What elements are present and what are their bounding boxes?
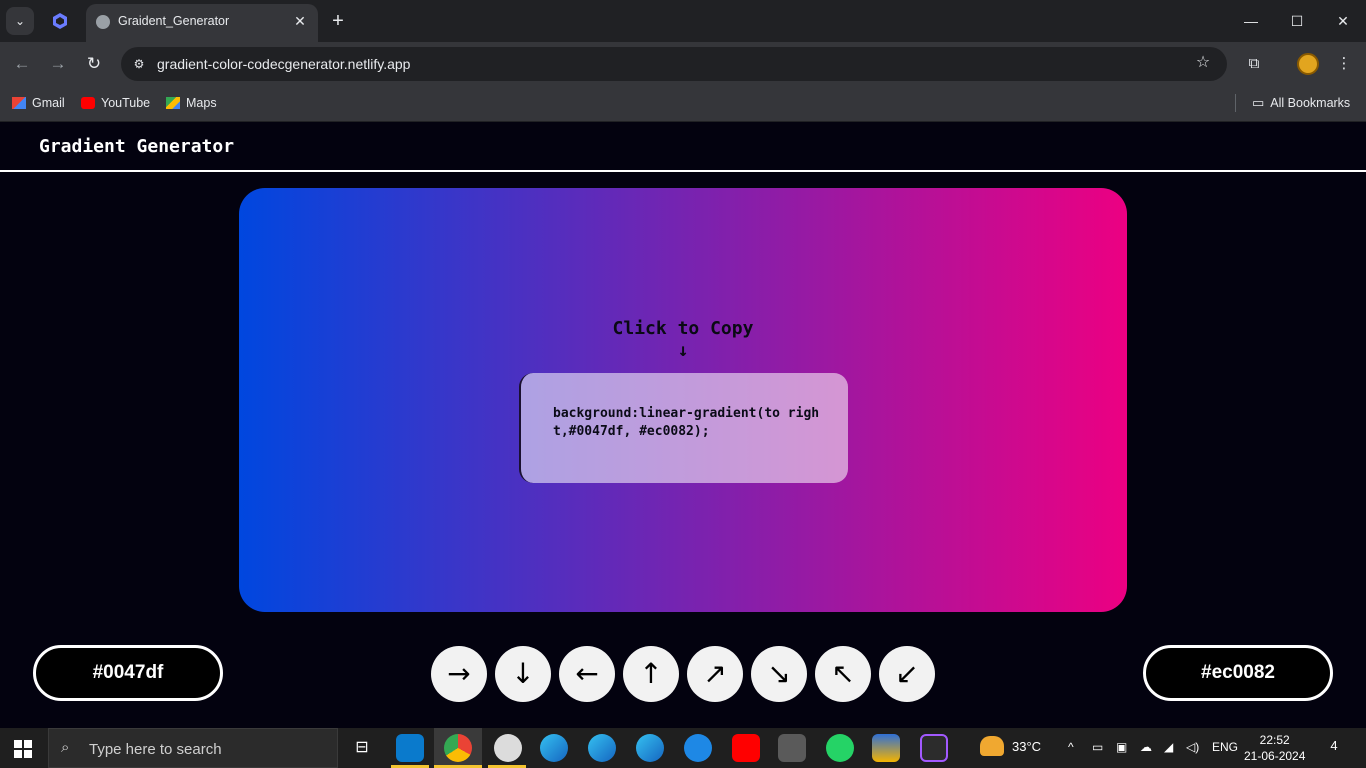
gmail-icon bbox=[12, 97, 26, 109]
language-indicator[interactable]: ENG bbox=[1212, 740, 1238, 754]
bookmarks-bar: Gmail YouTube Maps ▭ All Bookmarks bbox=[0, 86, 1366, 122]
new-tab-button[interactable]: + bbox=[328, 10, 348, 32]
bookmark-label: Gmail bbox=[32, 96, 65, 110]
page-title: Gradient Generator bbox=[39, 136, 235, 157]
bookmark-maps[interactable]: Maps bbox=[166, 94, 217, 112]
canva-icon[interactable] bbox=[684, 734, 712, 762]
browser-toolbar: ← → ↻ ⚙ gradient-color-codecgenerator.ne… bbox=[0, 42, 1366, 86]
bookmark-label: Maps bbox=[186, 96, 217, 110]
chrome-profile-icon[interactable] bbox=[494, 734, 522, 762]
vscode-icon[interactable] bbox=[396, 734, 424, 762]
maximize-button[interactable]: ☐ bbox=[1282, 8, 1312, 34]
copilot-icon[interactable] bbox=[50, 11, 70, 31]
youtube-app-icon[interactable] bbox=[732, 734, 760, 762]
onedrive-icon[interactable]: ☁ bbox=[1140, 740, 1152, 754]
bookmark-gmail[interactable]: Gmail bbox=[12, 94, 65, 112]
reload-icon[interactable]: ↻ bbox=[82, 52, 106, 76]
battery-icon[interactable]: ▭ bbox=[1092, 740, 1103, 754]
medal-icon[interactable] bbox=[872, 734, 900, 762]
notification-count: 4 bbox=[1330, 738, 1338, 753]
edge-beta-icon[interactable] bbox=[588, 734, 616, 762]
tab-search-button[interactable]: ⌄ bbox=[6, 7, 34, 35]
minimize-button[interactable]: — bbox=[1236, 8, 1266, 34]
bookmark-star-icon[interactable]: ☆ bbox=[1193, 53, 1213, 73]
url-text[interactable]: gradient-color-codecgenerator.netlify.ap… bbox=[157, 56, 410, 72]
forward-icon[interactable]: → bbox=[46, 52, 70, 76]
site-info-icon[interactable]: ⚙ bbox=[129, 54, 149, 74]
meet-icon[interactable]: ▣ bbox=[1116, 740, 1127, 754]
taskbar: ⌕ Type here to search ⊟ 33°C ^ ▭ ▣ ☁ ◢ ◁… bbox=[0, 728, 1366, 768]
menu-icon[interactable]: ⋮ bbox=[1332, 52, 1356, 76]
search-icon: ⌕ bbox=[61, 739, 70, 756]
bookmark-youtube[interactable]: YouTube bbox=[81, 94, 150, 112]
tab-title: Graident_Generator bbox=[118, 14, 230, 28]
all-bookmarks-label: All Bookmarks bbox=[1270, 96, 1351, 110]
direction-left-button[interactable]: ← bbox=[559, 646, 615, 702]
edge-icon[interactable] bbox=[540, 734, 568, 762]
bookmarks-divider bbox=[1235, 94, 1236, 112]
task-view-icon[interactable]: ⊟ bbox=[348, 734, 376, 762]
back-icon[interactable]: ← bbox=[10, 52, 34, 76]
app-icon[interactable] bbox=[778, 734, 806, 762]
whatsapp-icon[interactable] bbox=[826, 734, 854, 762]
tab-close-icon[interactable]: ✕ bbox=[290, 11, 310, 31]
copy-hint-text: Click to Copy bbox=[612, 318, 754, 339]
direction-right-button[interactable]: → bbox=[431, 646, 487, 702]
weather-cloud-sun-icon bbox=[980, 736, 1004, 756]
windows-start-icon[interactable] bbox=[14, 740, 32, 758]
figma-icon[interactable] bbox=[920, 734, 948, 762]
close-window-button[interactable]: ✕ bbox=[1328, 8, 1358, 34]
direction-down-left-button[interactable]: ↙ bbox=[879, 646, 935, 702]
folder-icon: ▭ bbox=[1252, 95, 1265, 110]
edge-dev-icon[interactable] bbox=[636, 734, 664, 762]
color2-picker-button[interactable]: #ec0082 bbox=[1143, 645, 1333, 701]
active-tab[interactable]: Graident_Generator ✕ bbox=[86, 4, 318, 42]
weather-temp: 33°C bbox=[1012, 738, 1042, 754]
copy-hint: Click to Copy ↓ bbox=[239, 318, 1127, 362]
globe-icon bbox=[96, 15, 110, 29]
taskbar-search[interactable]: ⌕ Type here to search bbox=[48, 728, 338, 768]
direction-up-left-button[interactable]: ↖ bbox=[815, 646, 871, 702]
direction-up-button[interactable]: ↑ bbox=[623, 646, 679, 702]
wifi-icon[interactable]: ◢ bbox=[1164, 740, 1173, 754]
profile-avatar[interactable] bbox=[1297, 53, 1319, 75]
clock[interactable]: 22:52 21-06-2024 bbox=[1244, 732, 1305, 764]
taskbar-search-placeholder: Type here to search bbox=[89, 741, 222, 758]
youtube-icon bbox=[81, 97, 95, 109]
header-divider bbox=[0, 170, 1366, 172]
direction-down-right-button[interactable]: ↘ bbox=[751, 646, 807, 702]
maps-icon bbox=[166, 97, 180, 109]
direction-up-right-button[interactable]: ↗ bbox=[687, 646, 743, 702]
bookmark-label: YouTube bbox=[101, 96, 151, 110]
address-bar[interactable]: ⚙ gradient-color-codecgenerator.netlify.… bbox=[121, 47, 1227, 81]
tab-bar: ⌄ Graident_Generator ✕ + — ☐ ✕ bbox=[0, 0, 1366, 42]
clock-time: 22:52 bbox=[1259, 733, 1290, 747]
arrow-down-icon: ↓ bbox=[677, 340, 689, 361]
notification-center-icon[interactable]: 4 bbox=[1324, 738, 1344, 758]
tray-chevron-up-icon[interactable]: ^ bbox=[1068, 740, 1074, 754]
weather-widget[interactable]: 33°C bbox=[980, 736, 1041, 756]
clock-date: 21-06-2024 bbox=[1244, 749, 1306, 763]
color1-picker-button[interactable]: #0047df bbox=[33, 645, 223, 701]
css-code-box[interactable]: background:linear-gradient(to right,#004… bbox=[519, 373, 848, 483]
page-content: Gradient Generator Click to Copy ↓ backg… bbox=[0, 122, 1366, 728]
direction-down-button[interactable]: ↓ bbox=[495, 646, 551, 702]
gradient-preview: Click to Copy ↓ background:linear-gradie… bbox=[239, 188, 1127, 612]
chrome-icon[interactable] bbox=[444, 734, 472, 762]
css-code[interactable]: background:linear-gradient(to right,#004… bbox=[553, 405, 833, 441]
extensions-icon[interactable]: ⧉ bbox=[1242, 52, 1266, 76]
volume-icon[interactable]: ◁) bbox=[1186, 740, 1199, 754]
all-bookmarks[interactable]: ▭ All Bookmarks bbox=[1252, 94, 1350, 112]
